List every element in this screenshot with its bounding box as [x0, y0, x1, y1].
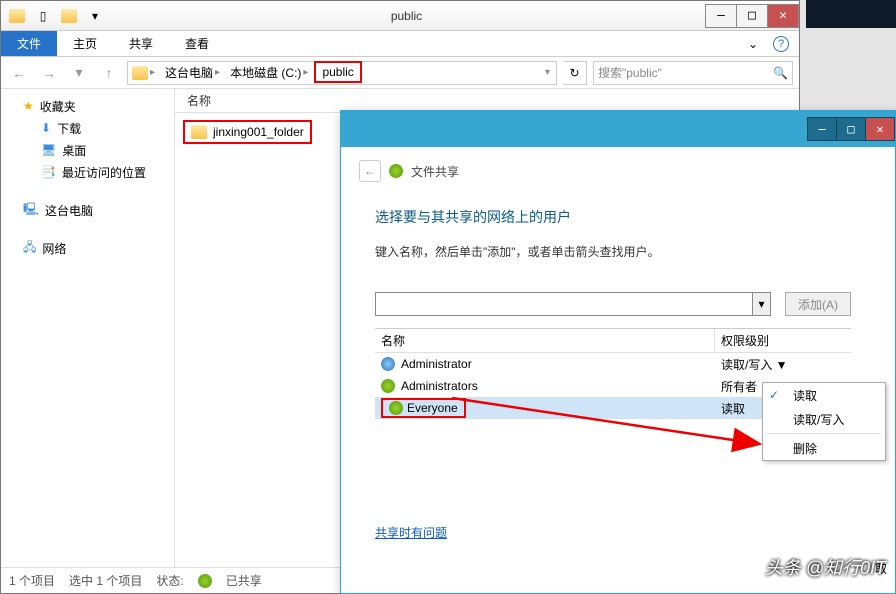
group-icon — [381, 379, 395, 393]
perm-name: Administrator — [401, 357, 472, 371]
breadcrumb-highlighted: public — [314, 61, 361, 83]
file-highlighted: jinxing001_folder — [183, 120, 312, 144]
ribbon-tabs: 文件 主页 共享 查看 ⌄ ? — [1, 31, 799, 57]
ribbon-expand[interactable]: ⌄ — [743, 31, 763, 56]
refresh-button[interactable]: ↻ — [563, 61, 587, 85]
titlebar: ▯ ▾ public — □ ✕ — [1, 1, 799, 31]
file-name: jinxing001_folder — [213, 125, 304, 139]
breadcrumb-folder[interactable]: public — [322, 65, 353, 79]
check-icon: ✓ — [769, 388, 779, 402]
dialog-subheading: 键入名称，然后单击"添加"，或者单击箭头查找用户。 — [375, 243, 867, 260]
status-state: 已共享 — [226, 572, 262, 589]
dialog-crumb: 文件共享 — [411, 163, 459, 180]
sidebar-item-downloads[interactable]: ⬇下载 — [1, 117, 174, 139]
dialog-close-button[interactable]: ✕ — [865, 117, 895, 141]
tab-home[interactable]: 主页 — [57, 31, 113, 56]
share-crumb-icon — [389, 164, 403, 178]
ctx-delete[interactable]: 删除 — [763, 436, 885, 460]
folder-app-icon — [5, 5, 29, 27]
perm-name: Administrators — [401, 379, 478, 393]
dialog-titlebar: — □ ✕ — [341, 111, 895, 147]
column-perm[interactable]: 权限级别 — [715, 329, 851, 352]
watermark: 头条 @知行0IT — [765, 554, 886, 580]
perm-name: Everyone — [407, 401, 458, 415]
qat-dropdown[interactable]: ▾ — [83, 5, 107, 27]
back-button[interactable]: ← — [7, 61, 31, 85]
user-combo[interactable]: ▾ — [375, 292, 771, 316]
status-state-label: 状态: — [156, 572, 183, 589]
star-icon: ★ — [23, 99, 34, 113]
download-icon: ⬇ — [41, 121, 51, 135]
help-link[interactable]: 共享时有问题 — [375, 524, 447, 541]
context-menu: ✓读取 读取/写入 删除 — [762, 382, 886, 461]
perm-highlighted: Everyone — [381, 398, 466, 418]
share-icon — [198, 574, 212, 588]
search-icon: 🔍 — [773, 66, 788, 80]
up-button[interactable]: ↑ — [97, 61, 121, 85]
network-icon: 🖧 — [23, 238, 36, 259]
tab-file[interactable]: 文件 — [1, 31, 57, 56]
qat-button[interactable]: ▯ — [31, 5, 55, 27]
background-dark — [806, 0, 896, 28]
column-name[interactable]: 名称 — [375, 329, 715, 352]
ctx-separator — [767, 433, 881, 434]
sidebar-item-favorites[interactable]: ★收藏夹 — [1, 95, 174, 117]
search-placeholder: 搜索"public" — [598, 64, 662, 81]
pc-icon: 🖳 — [23, 200, 39, 221]
desktop-icon: 🖥 — [41, 143, 56, 157]
sidebar-item-network[interactable]: 🖧网络 — [1, 237, 174, 259]
search-input[interactable]: 搜索"public" 🔍 — [593, 61, 793, 85]
status-count: 1 个项目 — [9, 572, 55, 589]
minimize-button[interactable]: — — [705, 4, 737, 28]
help-icon[interactable]: ? — [773, 36, 789, 52]
dialog-back-button[interactable]: ← — [359, 160, 381, 182]
perm-value[interactable]: 读取/写入 ▼ — [715, 356, 851, 373]
combo-dropdown[interactable]: ▾ — [752, 293, 770, 315]
sidebar-item-desktop[interactable]: 🖥桌面 — [1, 139, 174, 161]
qat-button-2[interactable] — [57, 5, 81, 27]
dialog-heading: 选择要与其共享的网络上的用户 — [375, 207, 867, 227]
tab-share[interactable]: 共享 — [113, 31, 169, 56]
folder-icon — [191, 125, 207, 139]
dialog-maximize-button[interactable]: □ — [836, 117, 866, 141]
add-button[interactable]: 添加(A) — [785, 292, 851, 316]
status-selected: 选中 1 个项目 — [69, 572, 142, 589]
maximize-button[interactable]: □ — [736, 4, 768, 28]
group-icon — [389, 401, 403, 415]
sidebar: ★收藏夹 ⬇下载 🖥桌面 📑最近访问的位置 🖳这台电脑 🖧网络 — [1, 89, 175, 567]
dialog-minimize-button[interactable]: — — [807, 117, 837, 141]
sidebar-item-pc[interactable]: 🖳这台电脑 — [1, 199, 174, 221]
share-dialog: — □ ✕ ← 文件共享 选择要与其共享的网络上的用户 键入名称，然后单击"添加… — [340, 110, 896, 594]
user-icon — [381, 357, 395, 371]
window-title: public — [107, 9, 706, 23]
address-dropdown[interactable]: ▾ — [539, 62, 556, 84]
forward-button[interactable]: → — [37, 61, 61, 85]
address-row: ← → ▾ ↑ ▸ 这台电脑▸ 本地磁盘 (C:)▸ public ▾ ↻ 搜索… — [1, 57, 799, 89]
recent-icon: 📑 — [41, 165, 56, 179]
address-bar[interactable]: ▸ 这台电脑▸ 本地磁盘 (C:)▸ public ▾ — [127, 61, 557, 85]
tab-view[interactable]: 查看 — [169, 31, 225, 56]
history-dropdown[interactable]: ▾ — [67, 61, 91, 85]
perm-row[interactable]: Administrator 读取/写入 ▼ — [375, 353, 851, 375]
drive-icon — [132, 66, 148, 80]
breadcrumb-drive[interactable]: 本地磁盘 (C:) — [230, 64, 301, 81]
close-button[interactable]: ✕ — [767, 4, 799, 28]
breadcrumb-pc[interactable]: 这台电脑 — [165, 64, 213, 81]
ctx-read[interactable]: ✓读取 — [763, 383, 885, 407]
sidebar-item-recent[interactable]: 📑最近访问的位置 — [1, 161, 174, 183]
ctx-readwrite[interactable]: 读取/写入 — [763, 407, 885, 431]
